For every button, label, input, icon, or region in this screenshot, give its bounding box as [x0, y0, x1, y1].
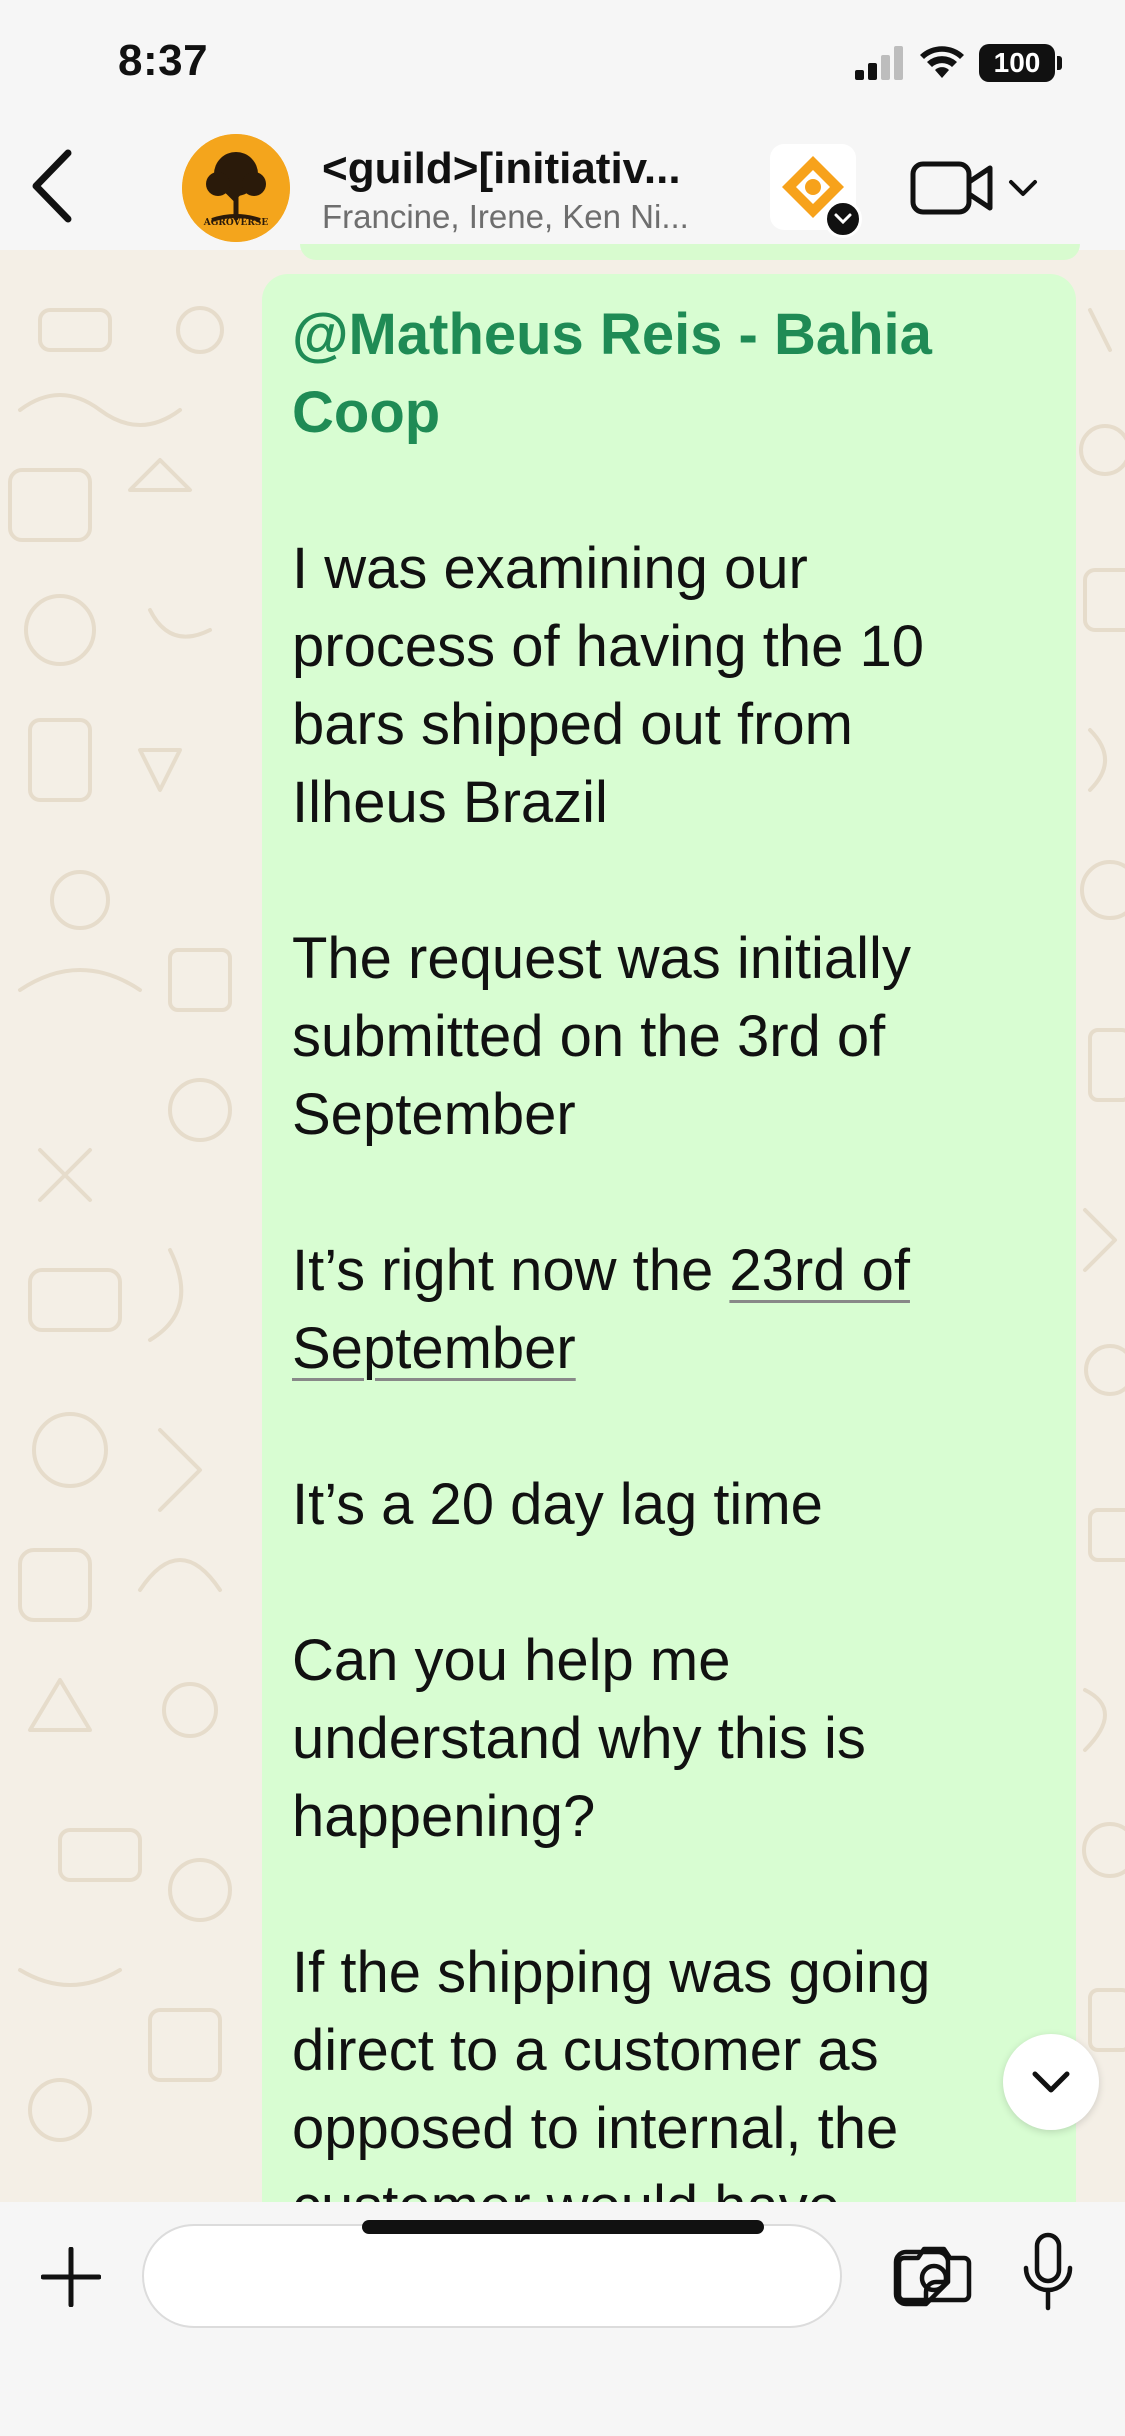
date-link[interactable]: September — [292, 1316, 576, 1381]
chat-header: AGROVERSE <guild>[initiativ... Francine,… — [0, 120, 1125, 250]
home-indicator — [362, 2220, 764, 2234]
scroll-to-bottom-button[interactable] — [1003, 2034, 1099, 2130]
message-text-line: September — [292, 1310, 1046, 1388]
message-mention[interactable]: @Matheus Reis - Bahia Coop — [292, 296, 1046, 452]
message-text-line: opposed to internal, the — [292, 2096, 899, 2161]
community-badge[interactable] — [770, 144, 862, 238]
avatar-brand-text: AGROVERSE — [203, 218, 269, 228]
message-text-line: direct to a customer as — [292, 2018, 879, 2083]
camera-button[interactable] — [896, 2244, 972, 2308]
message-text-line: bars shipped out from — [292, 692, 853, 757]
message-text-line: The request was initially — [292, 926, 911, 991]
message-composer — [0, 2202, 1125, 2436]
microphone-icon — [1023, 2232, 1073, 2311]
battery-indicator: 100 — [979, 44, 1062, 82]
cellular-signal-icon — [855, 46, 903, 80]
message-text-line: It’s a 20 day lag time — [292, 1472, 823, 1537]
camera-icon — [896, 2246, 972, 2303]
chevron-down-icon — [1009, 180, 1037, 196]
video-call-button[interactable] — [910, 156, 1040, 220]
status-time: 8:37 — [118, 36, 209, 85]
scroll-down-chevron-icon — [1032, 2071, 1070, 2093]
message-text-segment: It’s right now the — [292, 1238, 730, 1303]
message-input[interactable] — [142, 2224, 951, 2328]
message-text-line: happening? — [292, 1784, 596, 1849]
message-text-line: If the shipping was going — [292, 1940, 931, 2005]
chat-participants[interactable]: Francine, Irene, Ken Ni... — [322, 198, 742, 236]
message-text-line: September — [292, 1082, 576, 1147]
status-bar: 8:37 100 — [0, 0, 1125, 120]
message-text-line: understand why this is — [292, 1706, 866, 1771]
message-text-line: process of having the 10 — [292, 614, 924, 679]
check-chevron-icon — [834, 213, 852, 225]
message-text-line: I was examining our — [292, 536, 808, 601]
video-camera-icon — [910, 161, 993, 215]
group-avatar[interactable]: AGROVERSE — [182, 134, 290, 242]
microphone-button[interactable] — [1020, 2232, 1080, 2318]
message-text-line: It’s right now the 23rd of — [292, 1232, 1046, 1310]
back-chevron-icon — [32, 149, 72, 223]
previous-message-bubble-edge — [300, 244, 1080, 260]
verified-badge — [824, 200, 862, 238]
message-text-line: submitted on the 3rd of — [292, 1004, 886, 1069]
message-text-line: Can you help me — [292, 1628, 731, 1693]
attach-button[interactable] — [36, 2242, 106, 2312]
chat-title[interactable]: <guild>[initiativ... — [322, 144, 742, 194]
date-link[interactable]: 23rd of — [729, 1238, 910, 1303]
message-bubble[interactable]: @Matheus Reis - Bahia Coop I was examini… — [262, 274, 1076, 2239]
plus-icon — [41, 2247, 101, 2307]
back-button[interactable] — [22, 146, 82, 226]
wifi-icon — [920, 46, 964, 78]
status-indicators: 100 — [855, 44, 1062, 82]
message-text-line: Ilheus Brazil — [292, 770, 608, 835]
